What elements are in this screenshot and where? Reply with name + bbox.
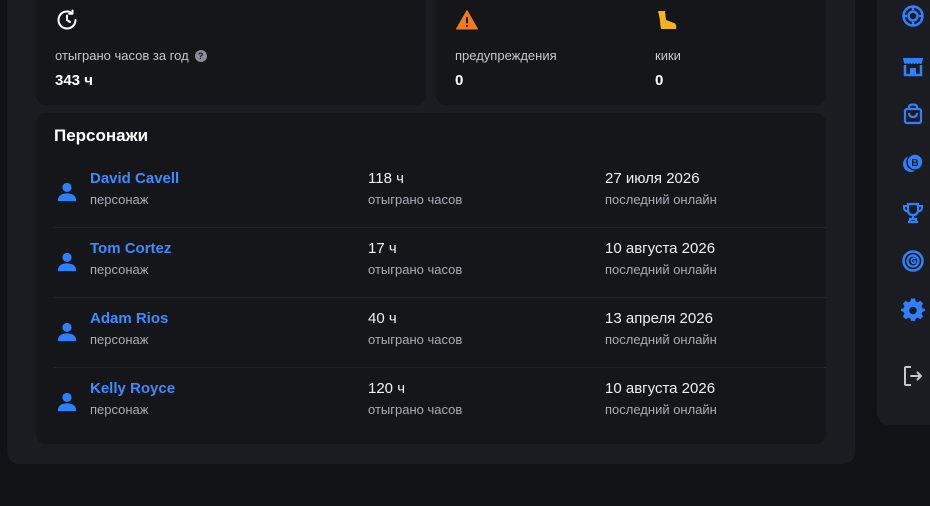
character-type: персонаж [90, 402, 149, 417]
character-hours-label: отыграно часов [368, 402, 463, 417]
character-last-online: 13 апреля 2026 [605, 310, 713, 327]
character-name-link[interactable]: David Cavell [90, 170, 179, 187]
trophy-icon[interactable] [901, 201, 925, 225]
boot-icon [658, 11, 677, 29]
store-icon[interactable] [901, 54, 925, 78]
character-type: персонаж [90, 332, 149, 347]
character-row[interactable]: Tom Cortez персонаж 17 ч отыграно часов … [54, 227, 826, 298]
hours-stat-label-row: отыграно часов за год ? [55, 48, 207, 63]
character-last-online-label: последний онлайн [605, 262, 717, 277]
hours-stat-label: отыграно часов за год [55, 48, 189, 63]
svg-text:B: B [911, 158, 918, 169]
character-hours-label: отыграно часов [368, 262, 463, 277]
character-row[interactable]: Kelly Royce персонаж 120 ч отыграно часо… [54, 367, 826, 437]
character-type: персонаж [90, 192, 149, 207]
character-last-online: 27 июля 2026 [605, 170, 700, 187]
help-icon[interactable]: ? [194, 49, 207, 62]
characters-card: Персонажи David Cavell персонаж 118 ч от… [36, 113, 826, 444]
settings-gear-icon[interactable] [901, 298, 925, 322]
penalties-stat-card: предупреждения 0 кики 0 [436, 0, 826, 105]
logout-icon[interactable] [901, 364, 925, 388]
warning-icon [456, 10, 478, 30]
person-icon [57, 322, 77, 342]
character-hours: 118 ч [368, 170, 404, 187]
hours-stat-value: 343 ч [55, 72, 93, 89]
kicks-stat-value: 0 [655, 72, 664, 89]
hours-stat-card: отыграно часов за год ? 343 ч [36, 0, 426, 105]
right-sidebar: B [877, 0, 930, 425]
person-icon [57, 252, 77, 272]
character-name-link[interactable]: Kelly Royce [90, 380, 175, 397]
character-type: персонаж [90, 262, 149, 277]
character-last-online-label: последний онлайн [605, 402, 717, 417]
character-hours: 120 ч [368, 380, 406, 397]
character-last-online-label: последний онлайн [605, 332, 717, 347]
person-icon [57, 182, 77, 202]
character-last-online-label: последний онлайн [605, 192, 717, 207]
badge-icon[interactable] [901, 249, 925, 273]
character-row[interactable]: Adam Rios персонаж 40 ч отыграно часов 1… [54, 297, 826, 368]
character-hours: 40 ч [368, 310, 397, 327]
coins-icon[interactable]: B [901, 151, 925, 175]
character-last-online: 10 августа 2026 [605, 380, 716, 397]
character-hours-label: отыграно часов [368, 192, 463, 207]
person-icon [57, 392, 77, 412]
casino-chip-icon[interactable] [901, 4, 925, 28]
shopping-bag-icon[interactable] [901, 102, 925, 126]
character-name-link[interactable]: Adam Rios [90, 310, 168, 327]
character-name-link[interactable]: Tom Cortez [90, 240, 171, 257]
character-hours-label: отыграно часов [368, 332, 463, 347]
clock-icon [57, 9, 77, 30]
character-hours: 17 ч [368, 240, 397, 257]
characters-title: Персонажи [54, 126, 149, 145]
warnings-stat-label: предупреждения [455, 48, 557, 63]
character-row[interactable]: David Cavell персонаж 118 ч отыграно час… [54, 157, 826, 228]
warnings-stat-value: 0 [455, 72, 464, 89]
kicks-stat-label: кики [655, 48, 681, 63]
character-last-online: 10 августа 2026 [605, 240, 716, 257]
